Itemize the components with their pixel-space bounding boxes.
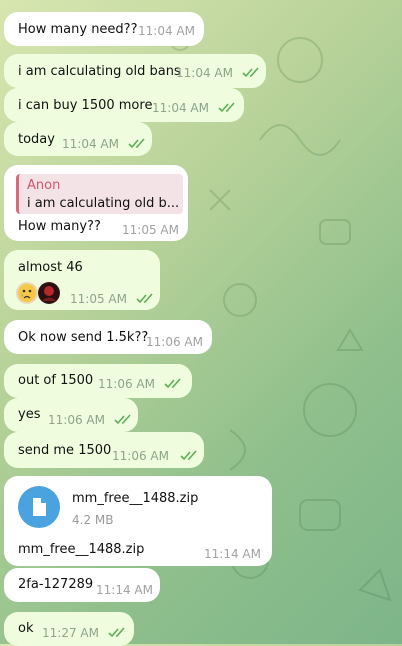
message-time: 11:06 AM xyxy=(146,335,203,349)
file-size: 4.2 MB xyxy=(72,513,114,527)
read-checkmarks-icon xyxy=(242,67,259,78)
message-time: 11:05 AM xyxy=(122,223,179,237)
message-text: How many?? xyxy=(18,219,101,234)
message-text: i can buy 1500 more xyxy=(18,98,153,113)
message-text: mm_free__1488.zip xyxy=(18,542,145,557)
message-bubble-incoming[interactable]: How many need?? 11:04 AM xyxy=(4,12,204,46)
message-text: How many need?? xyxy=(18,22,138,37)
file-download-button[interactable] xyxy=(18,486,60,528)
message-text: out of 1500 xyxy=(18,373,94,388)
message-bubble-outgoing[interactable]: ok 11:27 AM xyxy=(4,612,134,646)
reply-quote[interactable]: Anon i am calculating old b... xyxy=(16,174,183,214)
message-text: 2fa-127289 xyxy=(18,577,94,592)
message-time: 11:14 AM xyxy=(96,583,153,597)
read-checkmarks-icon xyxy=(128,138,145,149)
message-time: 11:14 AM xyxy=(204,547,261,561)
read-checkmarks-icon xyxy=(218,102,235,113)
message-bubble-outgoing[interactable]: send me 1500 11:06 AM xyxy=(4,432,204,468)
message-text: almost 46 xyxy=(18,260,83,275)
reply-text: i am calculating old b... xyxy=(27,196,180,211)
message-time: 11:06 AM xyxy=(98,377,155,391)
message-bubble-outgoing[interactable]: almost 46 11:05 AM xyxy=(4,250,160,310)
message-bubble-outgoing[interactable]: yes 11:06 AM xyxy=(4,398,138,432)
message-bubble-outgoing[interactable]: out of 1500 11:06 AM xyxy=(4,364,192,398)
message-text: yes xyxy=(18,407,41,422)
message-bubble-outgoing[interactable]: i can buy 1500 more 11:04 AM xyxy=(4,88,244,122)
message-bubble-outgoing[interactable]: i am calculating old bans 11:04 AM xyxy=(4,54,266,88)
file-name[interactable]: mm_free__1488.zip xyxy=(72,490,198,507)
message-text: i am calculating old bans xyxy=(18,64,181,79)
message-time: 11:06 AM xyxy=(48,413,105,427)
message-bubble-incoming[interactable]: 2fa-127289 11:14 AM xyxy=(4,568,160,602)
message-bubble-incoming[interactable]: Ok now send 1.5k?? 11:06 AM xyxy=(4,320,212,354)
read-checkmarks-icon xyxy=(108,627,125,638)
read-checkmarks-icon xyxy=(164,378,181,389)
message-bubble-incoming-reply[interactable]: Anon i am calculating old b... How many?… xyxy=(4,165,188,241)
reply-author: Anon xyxy=(27,178,61,193)
message-time: 11:04 AM xyxy=(138,24,195,38)
message-time: 11:06 AM xyxy=(112,449,169,463)
message-text: today xyxy=(18,132,55,147)
message-text: ok xyxy=(18,621,34,636)
avatar-icon xyxy=(39,283,59,303)
file-icon xyxy=(33,498,46,516)
read-checkmarks-icon xyxy=(180,450,197,461)
message-bubble-incoming-file[interactable]: mm_free__1488.zip 4.2 MB mm_free__1488.z… xyxy=(4,476,272,566)
reactor-avatar[interactable] xyxy=(38,282,60,304)
read-checkmarks-icon xyxy=(136,293,153,304)
read-checkmarks-icon xyxy=(114,414,131,425)
message-text: send me 1500 xyxy=(18,443,112,458)
message-text: Ok now send 1.5k?? xyxy=(18,330,149,345)
message-time: 11:04 AM xyxy=(176,66,233,80)
message-time: 11:04 AM xyxy=(152,101,209,115)
message-time: 11:05 AM xyxy=(70,292,127,306)
message-bubble-outgoing[interactable]: today 11:04 AM xyxy=(4,122,152,156)
crying-emoji-reaction[interactable] xyxy=(16,282,38,304)
message-time: 11:04 AM xyxy=(62,137,119,151)
message-list[interactable]: How many need?? 11:04 AM i am calculatin… xyxy=(0,0,402,646)
message-time: 11:27 AM xyxy=(42,626,99,640)
crying-face-icon xyxy=(18,284,36,302)
